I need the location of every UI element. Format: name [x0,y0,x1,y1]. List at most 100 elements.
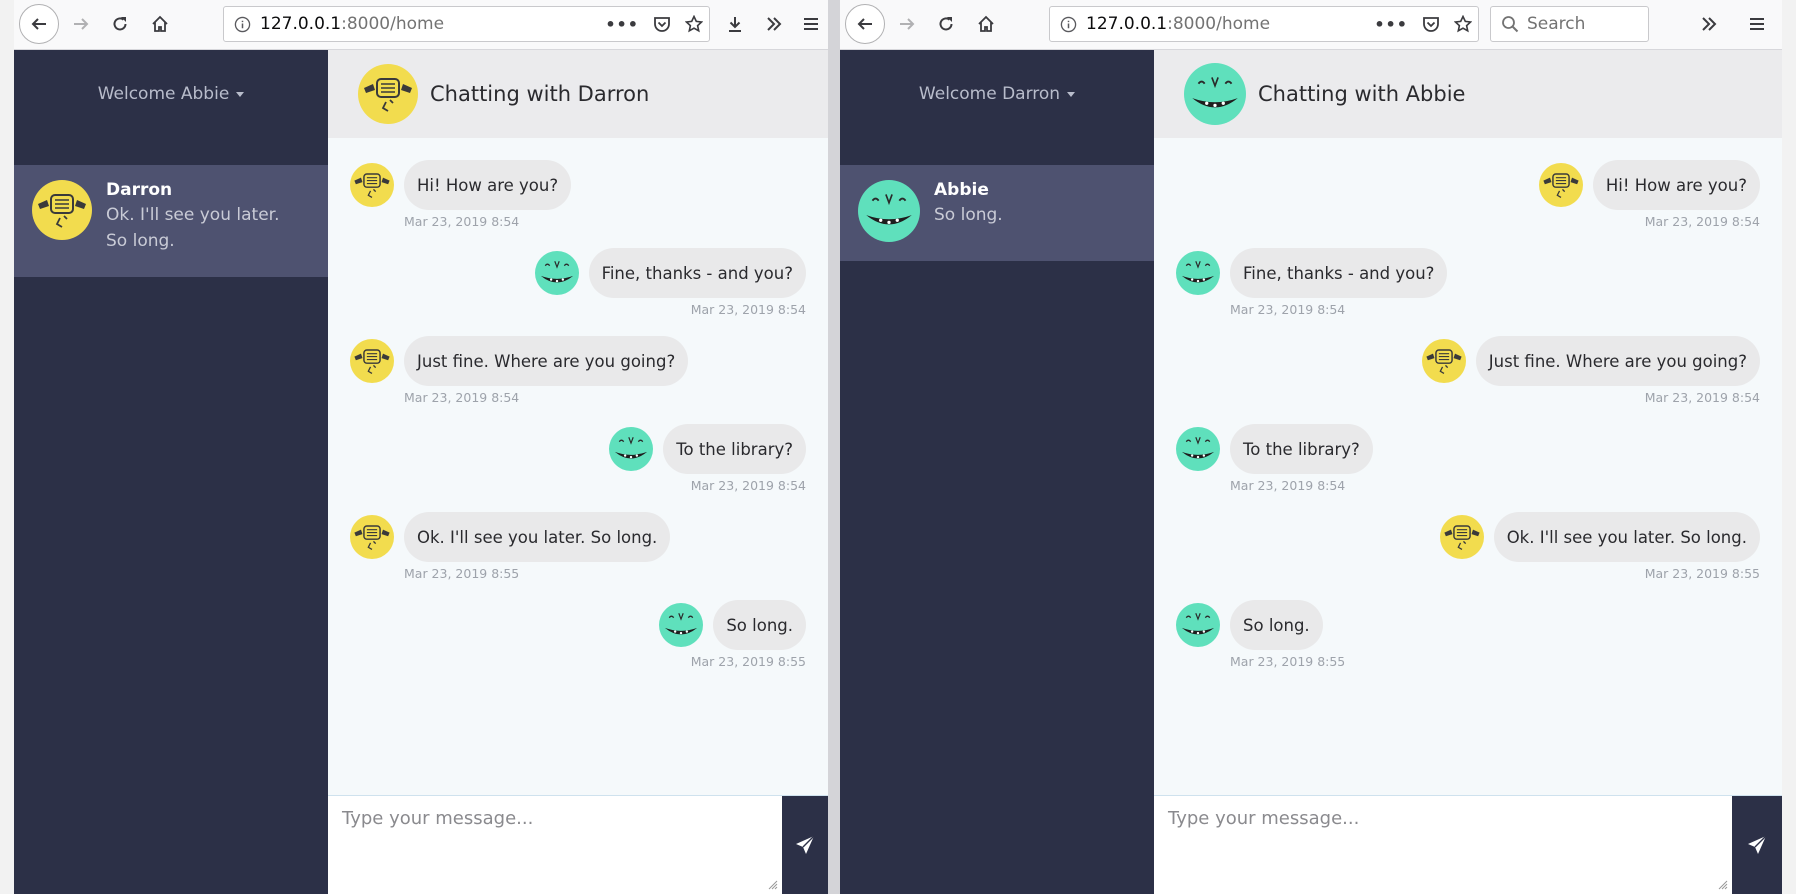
contact-item-abbie[interactable]: Abbie So long. [840,165,1154,261]
message-timestamp: Mar 23, 2019 8:54 [690,478,806,493]
reload-icon [939,17,953,31]
avatar [350,163,394,207]
resize-grip-icon[interactable] [768,880,778,890]
more-dots-icon[interactable]: ••• [605,15,639,34]
back-button[interactable] [845,4,885,44]
avatar [350,339,394,383]
sidebar: Welcome Abbie Darron Ok. I'll see you la… [14,50,328,894]
hamburger-icon [804,18,818,30]
search-bar[interactable]: Search [1490,6,1649,42]
welcome-label: Welcome Abbie [97,84,230,104]
message-timestamp: Mar 23, 2019 8:55 [1230,654,1346,669]
menu-button[interactable] [794,7,828,41]
message-bubble: Hi! How are you? [1592,160,1760,210]
message-item: To the library? Mar 23, 2019 8:54 [1154,424,1782,493]
message-bubble: So long. [1230,600,1323,650]
message-input[interactable] [328,796,782,894]
pocket-icon[interactable] [1422,15,1440,33]
welcome-dropdown[interactable]: Welcome Abbie [14,50,328,138]
chat-panel: Chatting with Abbie Hi! How are you? Mar … [1154,50,1782,894]
message-timestamp: Mar 23, 2019 8:55 [690,654,806,669]
search-placeholder: Search [1527,14,1586,34]
message-item: Ok. I'll see you later. So long. Mar 23, … [1154,512,1782,581]
avatar [535,251,579,295]
message-bubble: Just fine. Where are you going? [404,336,689,386]
back-button[interactable] [19,4,59,44]
contact-name: Abbie [934,180,989,200]
message-input[interactable] [1154,796,1732,894]
message-list: Hi! How are you? Mar 23, 2019 8:54 Fine, t… [1154,138,1782,795]
url-bar[interactable]: 127.0.0.1:8000/home ••• [1049,6,1479,42]
url-actions: ••• [1374,7,1472,41]
message-item: Hi! How are you? Mar 23, 2019 8:54 [328,160,828,229]
home-button[interactable] [143,7,177,41]
message-list: Hi! How are you? Mar 23, 2019 8:54 Fine, t… [328,138,828,795]
message-bubble: To the library? [663,424,806,474]
more-dots-icon[interactable]: ••• [1374,15,1408,34]
message-item: Ok. I'll see you later. So long. Mar 23, … [328,512,828,581]
contact-item-darron[interactable]: Darron Ok. I'll see you later. So long. [14,165,328,277]
arrow-left-icon [31,18,46,30]
avatar [350,515,394,559]
message-item: Hi! How are you? Mar 23, 2019 8:54 [1154,160,1782,229]
url-host: 127.0.0.1 [1086,14,1168,34]
forward-button[interactable] [64,7,98,41]
download-button[interactable] [718,7,752,41]
avatar [1422,339,1466,383]
star-icon[interactable] [1454,15,1472,33]
star-icon[interactable] [685,15,703,33]
overflow-button[interactable] [1692,7,1726,41]
caret-down-icon [236,91,245,97]
welcome-dropdown[interactable]: Welcome Darron [840,50,1154,138]
pocket-icon[interactable] [653,15,671,33]
message-item: Fine, thanks - and you? Mar 23, 2019 8:54 [328,248,828,317]
message-bubble: Just fine. Where are you going? [1475,336,1760,386]
send-button[interactable] [782,796,828,894]
overflow-button[interactable] [757,7,791,41]
forward-button[interactable] [890,7,924,41]
url-bar[interactable]: 127.0.0.1:8000/home ••• [223,6,710,42]
chat-title: Chatting with Abbie [1258,82,1466,106]
arrow-left-icon [857,18,872,30]
info-icon[interactable] [1050,16,1086,33]
info-icon[interactable] [224,16,260,33]
hamburger-icon [1750,18,1764,30]
browser-window-abbie: 127.0.0.1:8000/home ••• Welcome Abbie D… [14,0,828,894]
arrow-right-icon [900,18,915,30]
chevrons-right-icon [767,17,782,31]
message-timestamp: Mar 23, 2019 8:55 [1644,566,1760,581]
avatar [609,427,653,471]
message-bubble: Fine, thanks - and you? [588,248,806,298]
send-icon [1748,835,1767,854]
home-button[interactable] [969,7,1003,41]
send-icon [796,835,815,854]
message-bubble: To the library? [1230,424,1373,474]
avatar [1440,515,1484,559]
url-host: 127.0.0.1 [260,14,342,34]
avatar [1176,603,1220,647]
message-timestamp: Mar 23, 2019 8:54 [404,214,520,229]
avatar [1176,427,1220,471]
message-timestamp: Mar 23, 2019 8:55 [404,566,520,581]
chevrons-right-icon [1702,17,1717,31]
home-icon [978,15,994,32]
download-icon [729,17,741,32]
send-button[interactable] [1732,796,1782,894]
message-item: Just fine. Where are you going? Mar 23, 2… [1154,336,1782,405]
message-timestamp: Mar 23, 2019 8:54 [1644,390,1760,405]
message-item: So long. Mar 23, 2019 8:55 [1154,600,1782,669]
sidebar: Welcome Darron Abbie So long. [840,50,1154,894]
message-composer [1154,795,1782,894]
reload-button[interactable] [103,7,137,41]
avatar [1184,63,1246,125]
menu-button[interactable] [1740,7,1774,41]
avatar [858,180,920,242]
message-bubble: Fine, thanks - and you? [1230,248,1448,298]
resize-grip-icon[interactable] [1718,880,1728,890]
reload-icon [113,17,127,31]
chat-header: Chatting with Abbie [1154,50,1782,138]
url-path: :8000/home [341,14,445,34]
reload-button[interactable] [929,7,963,41]
browser-toolbar: 127.0.0.1:8000/home ••• [14,0,828,50]
arrow-right-icon [74,18,89,30]
